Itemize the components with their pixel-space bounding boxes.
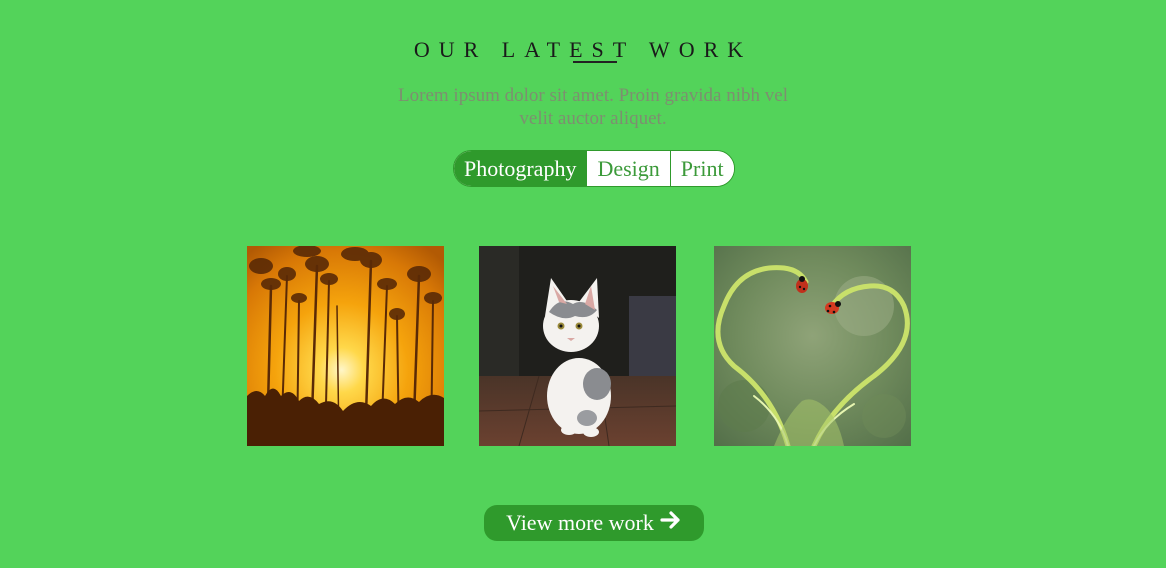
ladybugs-heart-photo	[714, 246, 911, 446]
kitten-photo	[479, 246, 676, 446]
section-intro: Lorem ipsum dolor sit amet. Proin gravid…	[398, 85, 788, 129]
view-more-work-label: View more work	[506, 510, 654, 535]
sunset-forest-photo	[247, 246, 444, 446]
filter-design-button[interactable]: Design	[586, 151, 670, 186]
arrow-right-icon	[660, 505, 682, 541]
title-underline	[573, 61, 617, 63]
portfolio-filter-tabs: Photography Design Print	[453, 150, 735, 187]
filter-print-button[interactable]: Print	[669, 151, 734, 186]
filter-photography-button[interactable]: Photography	[454, 151, 587, 186]
gallery-item-kitten[interactable]	[479, 246, 676, 446]
gallery-item-ladybugs[interactable]	[714, 246, 911, 446]
gallery-item-sunset[interactable]	[247, 246, 444, 446]
section-title: OUR LATEST WORK	[413, 37, 753, 62]
view-more-work-button[interactable]: View more work	[484, 505, 704, 541]
